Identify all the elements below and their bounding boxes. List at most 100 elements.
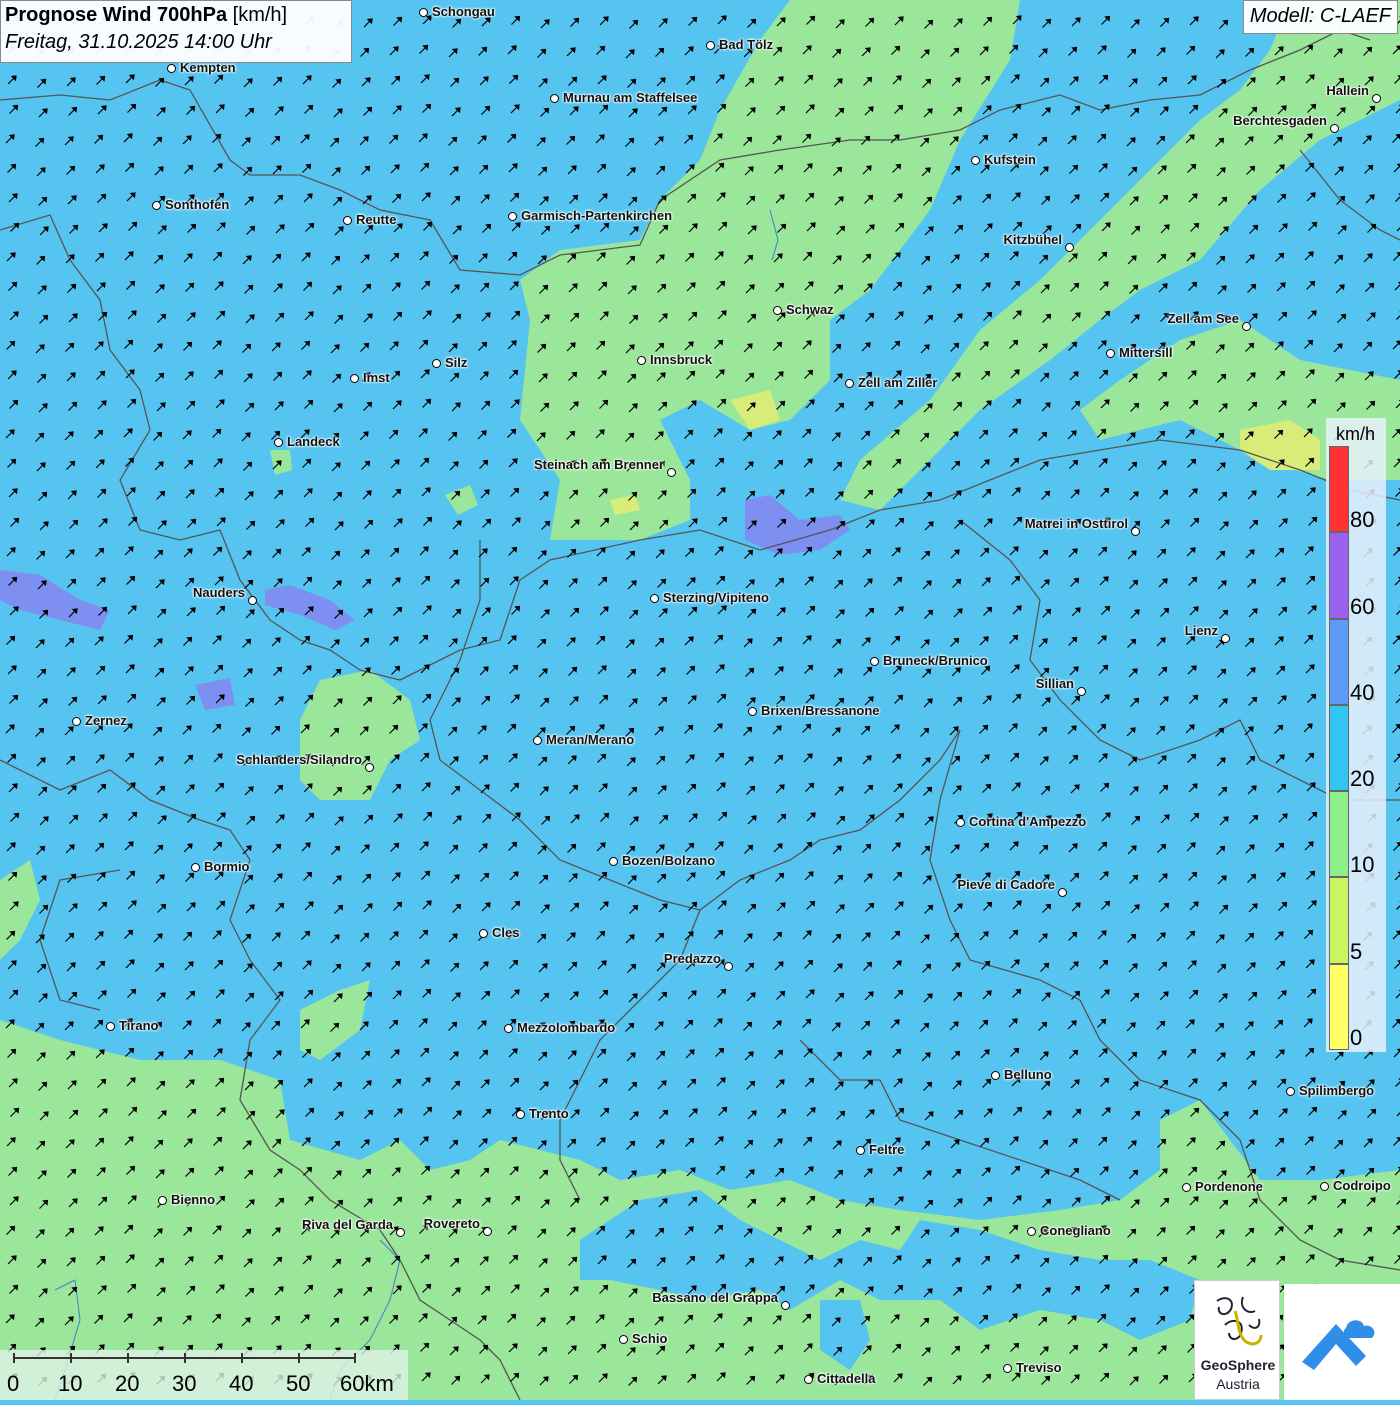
city-marker — [504, 1024, 513, 1033]
city-marker — [106, 1022, 115, 1031]
city-label: Predazzo — [663, 951, 721, 966]
city-label: Kitzbühel — [1003, 232, 1063, 247]
geosphere-logo[interactable]: GeoSphere Austria — [1194, 1280, 1280, 1400]
city-label: Schio — [632, 1331, 668, 1346]
city-marker — [1131, 527, 1140, 536]
city-label: Spilimbergo — [1299, 1083, 1375, 1098]
city-marker — [1182, 1183, 1191, 1192]
scale-label: 0 — [7, 1371, 20, 1396]
legend-swatch — [1329, 532, 1349, 619]
city-marker — [1027, 1227, 1036, 1236]
city-marker — [1077, 687, 1086, 696]
geosphere-mark-icon — [1216, 1296, 1263, 1346]
legend-swatch — [1329, 704, 1349, 792]
city-label: Schongau — [432, 4, 495, 19]
city-marker — [971, 156, 980, 165]
city-marker — [550, 94, 559, 103]
legend-label: 80 — [1350, 507, 1375, 533]
city-label: Cles — [492, 925, 520, 940]
legend-label: 5 — [1350, 938, 1363, 964]
city-marker — [419, 8, 428, 17]
legend-label: 20 — [1350, 766, 1375, 792]
city-marker — [1330, 124, 1339, 133]
city-label: Trento — [529, 1106, 569, 1121]
map-title: Prognose Wind 700hPa [km/h] — [5, 4, 288, 26]
city-marker — [845, 379, 854, 388]
city-marker — [72, 717, 81, 726]
city-marker — [365, 763, 374, 772]
city-label: Meran/Merano — [546, 732, 635, 747]
city-marker — [1065, 243, 1074, 252]
legend-swatch — [1329, 963, 1349, 1050]
city-marker — [1221, 634, 1230, 643]
city-label: Lienz — [1184, 623, 1218, 638]
city-marker — [508, 212, 517, 221]
city-label: Sonthofen — [165, 197, 230, 212]
city-label: Bormio — [204, 859, 250, 874]
city-marker — [152, 201, 161, 210]
city-marker — [432, 359, 441, 368]
app-logo[interactable] — [1284, 1284, 1400, 1400]
model-label: Modell: C-LAEF — [1242, 0, 1398, 34]
legend-label: 0 — [1350, 1025, 1363, 1050]
city-label: Hallein — [1326, 83, 1369, 98]
city-label: Tirano — [119, 1018, 159, 1033]
legend-swatch — [1329, 446, 1349, 533]
city-label: Riva del Garda — [301, 1217, 393, 1232]
city-marker — [343, 216, 352, 225]
city-marker — [706, 41, 715, 50]
legend-unit: km/h — [1336, 424, 1376, 444]
scale-label: 40 — [229, 1371, 254, 1396]
city-marker — [748, 707, 757, 716]
city-label: Codroipo — [1333, 1178, 1391, 1193]
city-marker — [667, 468, 676, 477]
city-label: Cittadella — [817, 1371, 876, 1386]
scale-label: 20 — [115, 1371, 140, 1396]
city-marker — [773, 306, 782, 315]
city-label: Nauders — [192, 585, 245, 600]
legend-label: 60 — [1350, 593, 1375, 619]
city-marker — [781, 1301, 790, 1310]
legend-label: 10 — [1350, 852, 1375, 878]
map-title-box: Prognose Wind 700hPa [km/h] Freitag, 31.… — [0, 0, 352, 63]
city-label: Berchtesgaden — [1233, 113, 1327, 128]
city-label: Mezzolombardo — [517, 1020, 616, 1035]
city-label: Bozen/Bolzano — [622, 853, 716, 868]
city-label: Zell am See — [1167, 311, 1239, 326]
city-marker — [158, 1196, 167, 1205]
city-label: Treviso — [1016, 1360, 1062, 1375]
city-label: Imst — [363, 370, 390, 385]
city-marker — [248, 596, 257, 605]
city-marker — [274, 438, 283, 447]
city-label: Reutte — [356, 212, 397, 227]
scale-label: 50 — [286, 1371, 311, 1396]
legend-swatch — [1329, 618, 1349, 705]
city-marker — [870, 657, 879, 666]
city-marker — [479, 929, 488, 938]
city-marker — [1320, 1182, 1329, 1191]
city-label: Cortina d'Ampezzo — [969, 814, 1087, 829]
city-label: Zell am Ziller — [858, 375, 938, 390]
city-marker — [637, 356, 646, 365]
city-label: Bassano del Grappa — [652, 1290, 778, 1305]
city-label: Sillian — [1035, 676, 1074, 691]
city-marker — [804, 1375, 813, 1384]
city-marker — [396, 1228, 405, 1237]
city-marker — [956, 818, 965, 827]
city-marker — [1372, 94, 1381, 103]
city-marker — [191, 863, 200, 872]
city-marker — [1058, 888, 1067, 897]
city-label: Schwaz — [786, 302, 834, 317]
city-marker — [483, 1227, 492, 1236]
mountain-cloud-icon — [1302, 1320, 1375, 1370]
city-marker — [1242, 322, 1251, 331]
geosphere-logo-line2: Austria — [1216, 1376, 1260, 1392]
city-label: Pieve di Cadore — [957, 877, 1055, 892]
map-title-unit: [km/h] — [232, 4, 288, 26]
city-marker — [1286, 1087, 1295, 1096]
city-marker — [609, 857, 618, 866]
geosphere-logo-line1: GeoSphere — [1200, 1357, 1276, 1373]
city-marker — [856, 1146, 865, 1155]
legend-swatch — [1329, 877, 1349, 964]
city-marker — [533, 736, 542, 745]
